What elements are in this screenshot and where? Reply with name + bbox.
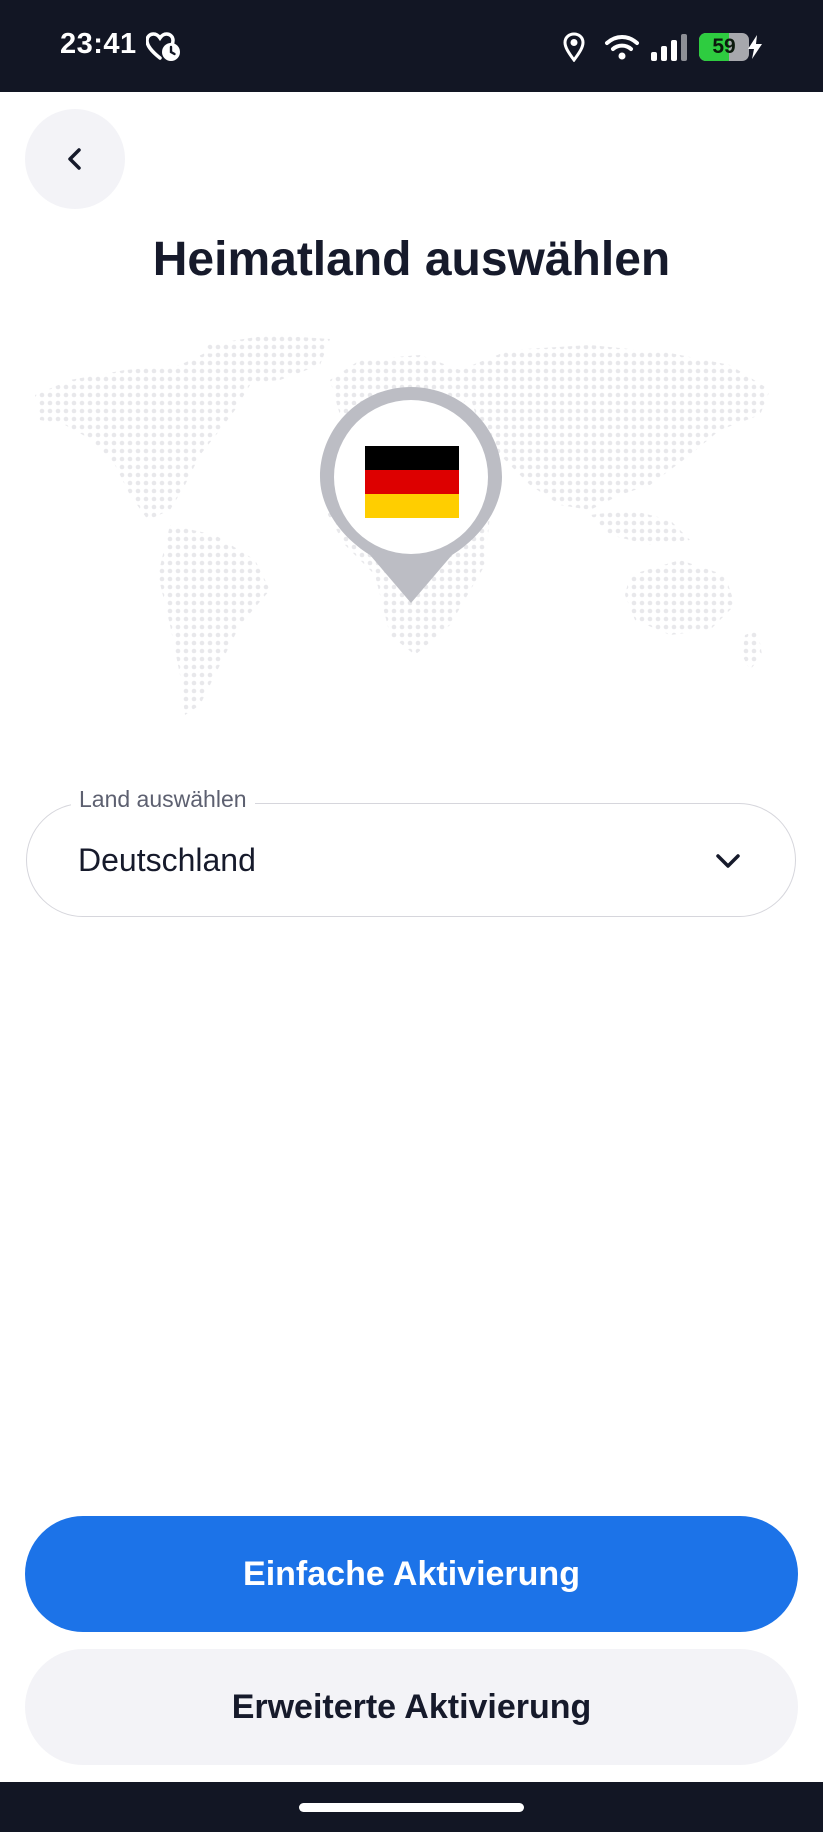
- battery-icon: 59: [699, 33, 753, 61]
- flag-stripe-gold: [365, 494, 459, 518]
- status-bar: 23:41 59: [0, 0, 823, 92]
- country-select-label: Land auswählen: [71, 786, 255, 813]
- screen: 23:41 59 Heimatland auswählen Land auswä…: [0, 0, 823, 1832]
- page-title: Heimatland auswählen: [152, 233, 671, 286]
- signal-icon: [651, 34, 687, 61]
- chevron-down-icon: [716, 854, 740, 868]
- back-button[interactable]: [25, 109, 125, 209]
- wifi-icon: [605, 35, 639, 60]
- country-select-value: Deutschland: [78, 842, 256, 878]
- battery-level: 59: [712, 35, 736, 58]
- charging-bolt-icon: [748, 35, 762, 59]
- battery-body: 59: [699, 33, 749, 61]
- flag-stripe-red: [365, 470, 459, 494]
- location-icon: [563, 32, 585, 62]
- home-indicator[interactable]: [299, 1803, 524, 1812]
- flag-stripe-black: [365, 446, 459, 470]
- status-time: 23:41: [60, 28, 137, 60]
- country-select[interactable]: Land auswählen Deutschland: [26, 786, 796, 917]
- germany-flag: [365, 446, 459, 518]
- chevron-left-icon: [68, 148, 81, 170]
- simple-activation-button[interactable]: Einfache Aktivierung: [25, 1516, 798, 1632]
- notification-heart-clock-icon: [146, 32, 180, 61]
- advanced-activation-button[interactable]: Erweiterte Aktivierung: [25, 1649, 798, 1765]
